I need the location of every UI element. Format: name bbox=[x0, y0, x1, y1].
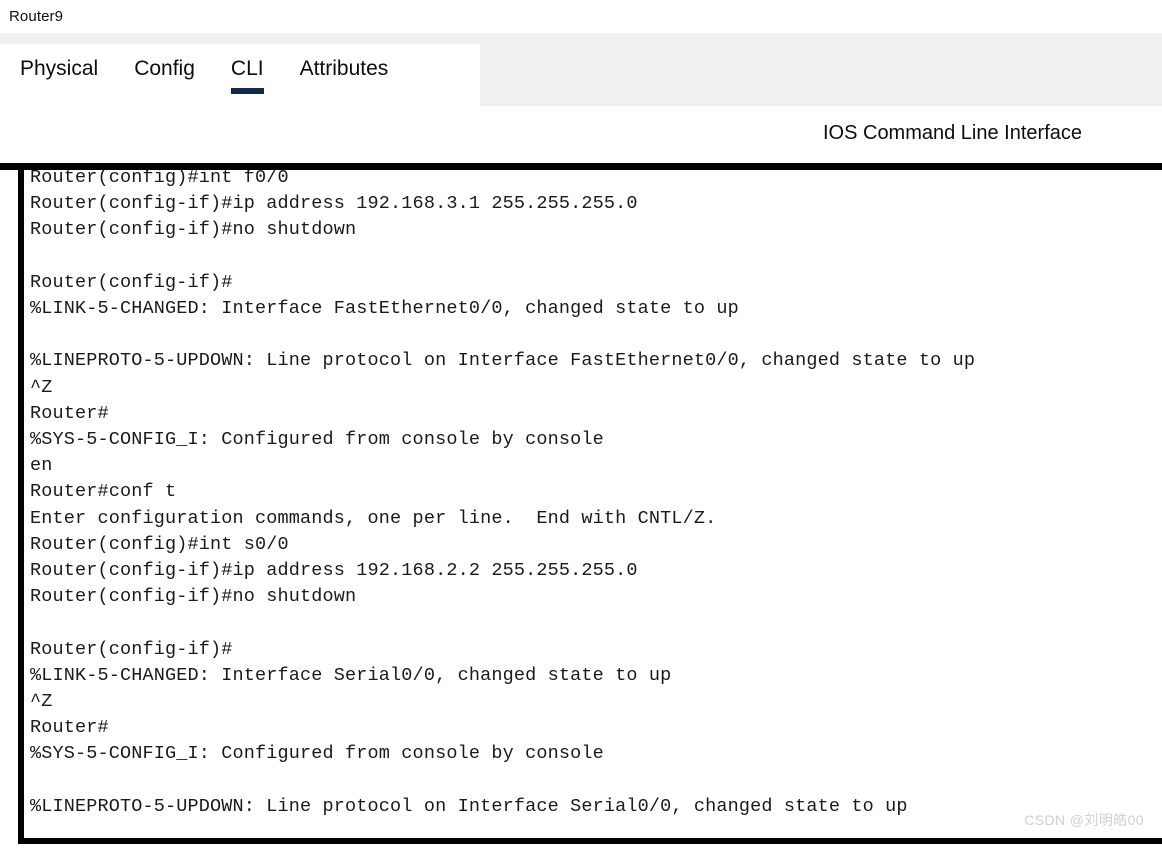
console-output-text: Router(config)#int f0/0 Router(config-if… bbox=[30, 170, 976, 817]
window-titlebar: Router9 bbox=[0, 0, 1162, 33]
panel-header: IOS Command Line Interface bbox=[0, 106, 1162, 163]
console-output-area[interactable]: Router(config)#int f0/0 Router(config-if… bbox=[24, 170, 1162, 838]
tab-bar: Physical Config CLI Attributes bbox=[0, 44, 1162, 106]
tab-attributes[interactable]: Attributes bbox=[300, 44, 389, 94]
console-border-bottom bbox=[18, 838, 1162, 844]
cli-console[interactable]: Router(config)#int f0/0 Router(config-if… bbox=[0, 163, 1162, 850]
panel-header-label: IOS Command Line Interface bbox=[822, 122, 1082, 144]
console-border-top bbox=[0, 163, 1162, 170]
titlebar-separator bbox=[0, 33, 1162, 44]
tab-physical-label: Physical bbox=[20, 57, 99, 80]
watermark-label: CSDN @刘明皓00 bbox=[1024, 812, 1144, 828]
tab-cli-label: CLI bbox=[230, 57, 264, 80]
tab-config[interactable]: Config bbox=[134, 44, 195, 94]
tab-cli-underline bbox=[230, 88, 264, 94]
tab-attributes-label: Attributes bbox=[299, 57, 389, 80]
tab-cli[interactable]: CLI bbox=[230, 44, 264, 94]
tab-physical[interactable]: Physical bbox=[20, 44, 98, 94]
tab-list: Physical Config CLI Attributes bbox=[0, 44, 388, 106]
window-title: Router9 bbox=[9, 8, 64, 25]
tab-config-label: Config bbox=[134, 57, 195, 80]
